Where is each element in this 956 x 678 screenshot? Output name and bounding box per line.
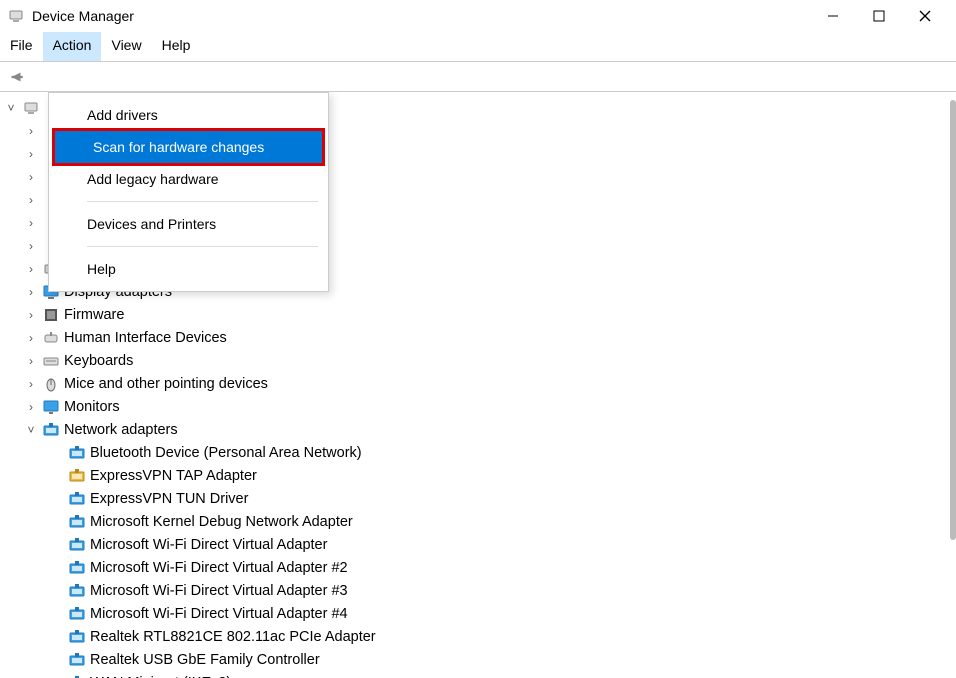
tree-category-label: Mice and other pointing devices	[64, 373, 268, 395]
chevron-right-icon[interactable]: ›	[24, 304, 38, 326]
title-bar: Device Manager	[0, 0, 956, 32]
tree-device[interactable]: Realtek RTL8821CE 802.11ac PCIe Adapter	[0, 625, 956, 648]
computer-icon	[22, 99, 40, 117]
menu-item-devices-and-printers[interactable]: Devices and Printers	[49, 208, 328, 240]
tree-device[interactable]: Microsoft Wi-Fi Direct Virtual Adapter #…	[0, 602, 956, 625]
chevron-right-icon[interactable]: ›	[24, 258, 38, 280]
monitor-icon	[42, 398, 60, 416]
netadapter-icon	[68, 536, 86, 554]
menu-bar: File Action View Help	[0, 32, 956, 62]
chevron-right-icon[interactable]: ›	[24, 396, 38, 418]
netadapter-icon	[68, 444, 86, 462]
netadapter-icon	[68, 674, 86, 678]
app-icon	[8, 8, 24, 24]
menu-view[interactable]: View	[101, 32, 151, 61]
tree-device[interactable]: WAN Miniport (IKEv2)	[0, 671, 956, 678]
netadapter-icon	[68, 651, 86, 669]
tree-device-label: Microsoft Wi-Fi Direct Virtual Adapter	[90, 534, 327, 556]
menu-item-add-legacy-hardware[interactable]: Add legacy hardware	[49, 163, 328, 195]
hid-icon	[42, 329, 60, 347]
tree-device[interactable]: Microsoft Wi-Fi Direct Virtual Adapter #…	[0, 579, 956, 602]
minimize-button[interactable]	[810, 0, 856, 32]
tree-category-network-adapters[interactable]: ˅ Network adapters	[0, 418, 956, 441]
tree-device[interactable]: Realtek USB GbE Family Controller	[0, 648, 956, 671]
menu-item-help[interactable]: Help	[49, 253, 328, 285]
chevron-right-icon[interactable]: ›	[24, 350, 38, 372]
tree-device-label: Bluetooth Device (Personal Area Network)	[90, 442, 362, 464]
tree-device[interactable]: ExpressVPN TAP Adapter	[0, 464, 956, 487]
action-menu-dropdown: Add drivers Scan for hardware changes Ad…	[48, 92, 329, 292]
keyboard-icon	[42, 352, 60, 370]
tree-device[interactable]: Microsoft Kernel Debug Network Adapter	[0, 510, 956, 533]
tree-category-monitors[interactable]: › Monitors	[0, 395, 956, 418]
scrollbar-thumb[interactable]	[950, 100, 956, 540]
back-button[interactable]	[4, 65, 28, 89]
tree-category-hid[interactable]: › Human Interface Devices	[0, 326, 956, 349]
toolbar	[0, 62, 956, 92]
window-title: Device Manager	[32, 8, 134, 24]
netadapter-alt-icon	[68, 467, 86, 485]
tree-device[interactable]: ExpressVPN TUN Driver	[0, 487, 956, 510]
network-icon	[42, 421, 60, 439]
netadapter-icon	[68, 513, 86, 531]
tree-device[interactable]: Bluetooth Device (Personal Area Network)	[0, 441, 956, 464]
chevron-down-icon[interactable]: ˅	[4, 97, 18, 119]
netadapter-icon	[68, 490, 86, 508]
vertical-scrollbar[interactable]	[948, 92, 956, 678]
menu-separator	[87, 201, 318, 202]
maximize-button[interactable]	[856, 0, 902, 32]
tree-category-label: Firmware	[64, 304, 124, 326]
menu-item-scan-hardware-changes[interactable]: Scan for hardware changes	[55, 131, 322, 163]
chevron-right-icon[interactable]: ›	[24, 235, 38, 257]
tree-category-label: Network adapters	[64, 419, 178, 441]
tree-device-label: ExpressVPN TAP Adapter	[90, 465, 257, 487]
chevron-right-icon[interactable]: ›	[24, 281, 38, 303]
netadapter-icon	[68, 605, 86, 623]
device-tree-pane: ˅ › › › › › › › Disk drives › Display ad…	[0, 92, 956, 678]
menu-file[interactable]: File	[0, 32, 43, 61]
netadapter-icon	[68, 582, 86, 600]
tree-category-label: Human Interface Devices	[64, 327, 227, 349]
mouse-icon	[42, 375, 60, 393]
tree-device-label: Realtek USB GbE Family Controller	[90, 649, 320, 671]
tree-device-label: Realtek RTL8821CE 802.11ac PCIe Adapter	[90, 626, 376, 648]
menu-item-add-drivers[interactable]: Add drivers	[49, 99, 328, 131]
tree-category-keyboards[interactable]: › Keyboards	[0, 349, 956, 372]
tree-device-label: WAN Miniport (IKEv2)	[90, 672, 231, 678]
tree-device-label: Microsoft Wi-Fi Direct Virtual Adapter #…	[90, 603, 348, 625]
netadapter-icon	[68, 628, 86, 646]
chevron-right-icon[interactable]: ›	[24, 189, 38, 211]
tree-device[interactable]: Microsoft Wi-Fi Direct Virtual Adapter #…	[0, 556, 956, 579]
tree-category-label: Monitors	[64, 396, 120, 418]
firmware-icon	[42, 306, 60, 324]
tree-device-label: Microsoft Kernel Debug Network Adapter	[90, 511, 353, 533]
menu-help[interactable]: Help	[152, 32, 201, 61]
tree-category-firmware[interactable]: › Firmware	[0, 303, 956, 326]
chevron-down-icon[interactable]: ˅	[24, 419, 38, 441]
close-button[interactable]	[902, 0, 948, 32]
chevron-right-icon[interactable]: ›	[24, 212, 38, 234]
chevron-right-icon[interactable]: ›	[24, 166, 38, 188]
chevron-right-icon[interactable]: ›	[24, 143, 38, 165]
chevron-right-icon[interactable]: ›	[24, 327, 38, 349]
chevron-right-icon[interactable]: ›	[24, 373, 38, 395]
tree-device-label: Microsoft Wi-Fi Direct Virtual Adapter #…	[90, 580, 348, 602]
tree-device[interactable]: Microsoft Wi-Fi Direct Virtual Adapter	[0, 533, 956, 556]
netadapter-icon	[68, 559, 86, 577]
tree-device-label: Microsoft Wi-Fi Direct Virtual Adapter #…	[90, 557, 348, 579]
tree-category-mice[interactable]: › Mice and other pointing devices	[0, 372, 956, 395]
chevron-right-icon[interactable]: ›	[24, 120, 38, 142]
menu-action[interactable]: Action	[43, 32, 102, 61]
menu-separator	[87, 246, 318, 247]
tree-category-label: Keyboards	[64, 350, 133, 372]
tree-device-label: ExpressVPN TUN Driver	[90, 488, 248, 510]
